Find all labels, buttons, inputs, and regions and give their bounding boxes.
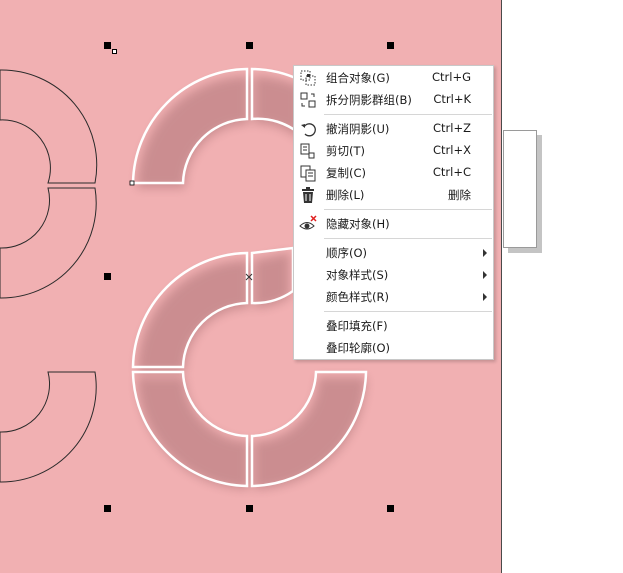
menu-item-label: 顺序(O) [326,246,368,260]
selection-handle-bottom-right[interactable] [387,505,394,512]
context-menu: 组合对象(G) Ctrl+G 拆分阴影群组(B) Ctrl+K 撤消阴影(U) … [293,65,494,360]
menu-item-group-objects[interactable]: 组合对象(G) Ctrl+G [294,67,493,89]
menu-item-object-styles[interactable]: 对象样式(S) [294,264,493,286]
selection-handle-bottom-left[interactable] [104,505,111,512]
menu-item-shortcut: Ctrl+Z [433,121,471,135]
menu-item-color-styles[interactable]: 颜色样式(R) [294,286,493,308]
background-rectangle[interactable] [503,130,537,248]
selection-handle-rotate-dot[interactable] [112,49,117,54]
menu-item-order[interactable]: 顺序(O) [294,242,493,264]
menu-item-cut[interactable]: 剪切(T) Ctrl+X [294,140,493,162]
menu-item-shortcut: Ctrl+K [433,92,471,106]
menu-item-label: 剪切(T) [326,144,365,158]
menu-item-overprint-fill[interactable]: 叠印填充(F) [294,315,493,337]
menu-item-break-shadow-group[interactable]: 拆分阴影群组(B) Ctrl+K [294,89,493,111]
page-border [501,0,502,573]
menu-item-label: 组合对象(G) [326,71,390,85]
menu-separator [324,209,492,210]
menu-item-label: 隐藏对象(H) [326,217,390,231]
hide-eye-icon [299,215,317,230]
undo-icon [301,123,316,137]
menu-item-label: 复制(C) [326,166,367,180]
menu-item-shortcut: Ctrl+G [431,70,471,84]
selection-handle-top-left[interactable] [104,42,111,49]
selection-handle-top-right[interactable] [387,42,394,49]
selection-handle-top-middle[interactable] [246,42,253,49]
submenu-arrow-icon [483,293,487,301]
menu-item-copy[interactable]: 复制(C) Ctrl+C [294,162,493,184]
menu-item-undo-shadow[interactable]: 撤消阴影(U) Ctrl+Z [294,118,493,140]
trash-icon [302,187,314,203]
menu-item-label: 删除(L) [326,188,365,202]
menu-item-shortcut: 删除 [448,188,471,202]
menu-separator [324,311,492,312]
menu-item-hide-object[interactable]: 隐藏对象(H) [294,213,493,235]
selection-handle-bottom-middle[interactable] [246,505,253,512]
menu-item-label: 对象样式(S) [326,268,389,282]
menu-item-overprint-outline[interactable]: 叠印轮廓(O) [294,337,493,359]
menu-item-shortcut: Ctrl+C [432,165,471,179]
menu-item-label: 颜色样式(R) [326,290,389,304]
copy-icon [300,165,316,182]
menu-separator [324,238,492,239]
menu-item-shortcut: Ctrl+X [433,143,471,157]
node-point[interactable] [129,180,135,186]
selection-handle-middle-left[interactable] [104,273,111,280]
menu-item-label: 叠印填充(F) [326,319,388,333]
cut-icon [300,143,315,159]
menu-separator [324,114,492,115]
break-apart-icon [300,92,316,108]
submenu-arrow-icon [483,271,487,279]
group-icon [300,70,316,86]
menu-item-delete[interactable]: 删除(L) 删除 [294,184,493,206]
menu-item-label: 叠印轮廓(O) [326,341,391,355]
submenu-arrow-icon [483,249,487,257]
menu-item-label: 撤消阴影(U) [326,122,390,136]
menu-item-label: 拆分阴影群组(B) [326,93,412,107]
